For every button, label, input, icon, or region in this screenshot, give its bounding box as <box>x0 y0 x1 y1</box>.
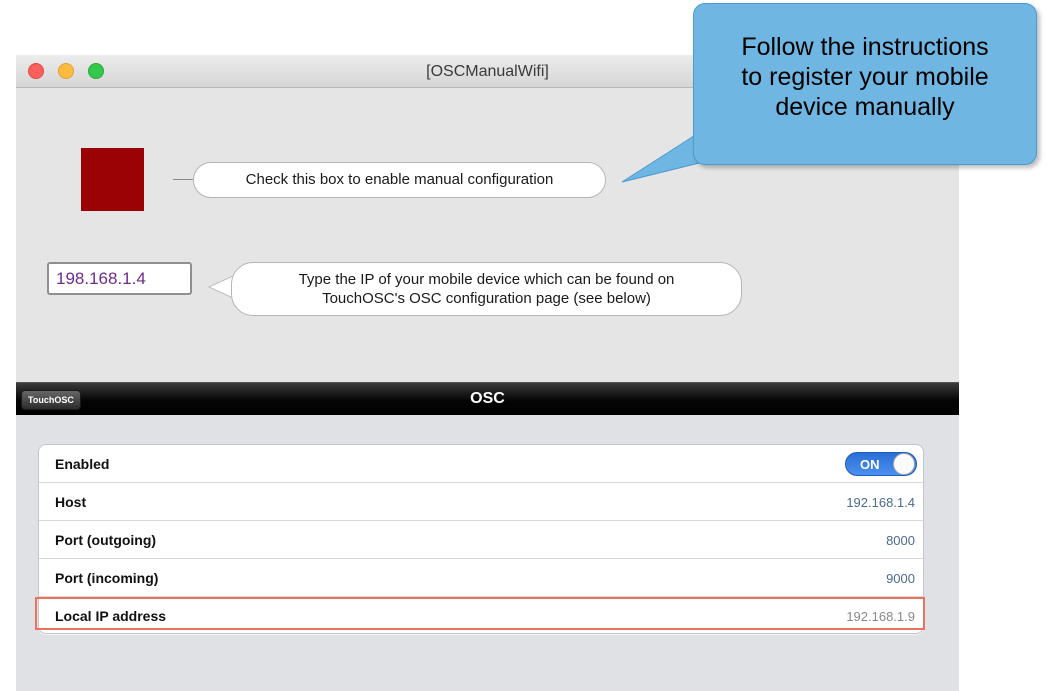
instruction-callout: Follow the instructions to register your… <box>693 3 1037 165</box>
instruction-line1: Follow the instructions <box>741 33 989 61</box>
instruction-line3: device manually <box>775 93 955 121</box>
instruction-line2: to register your mobile <box>741 63 989 91</box>
